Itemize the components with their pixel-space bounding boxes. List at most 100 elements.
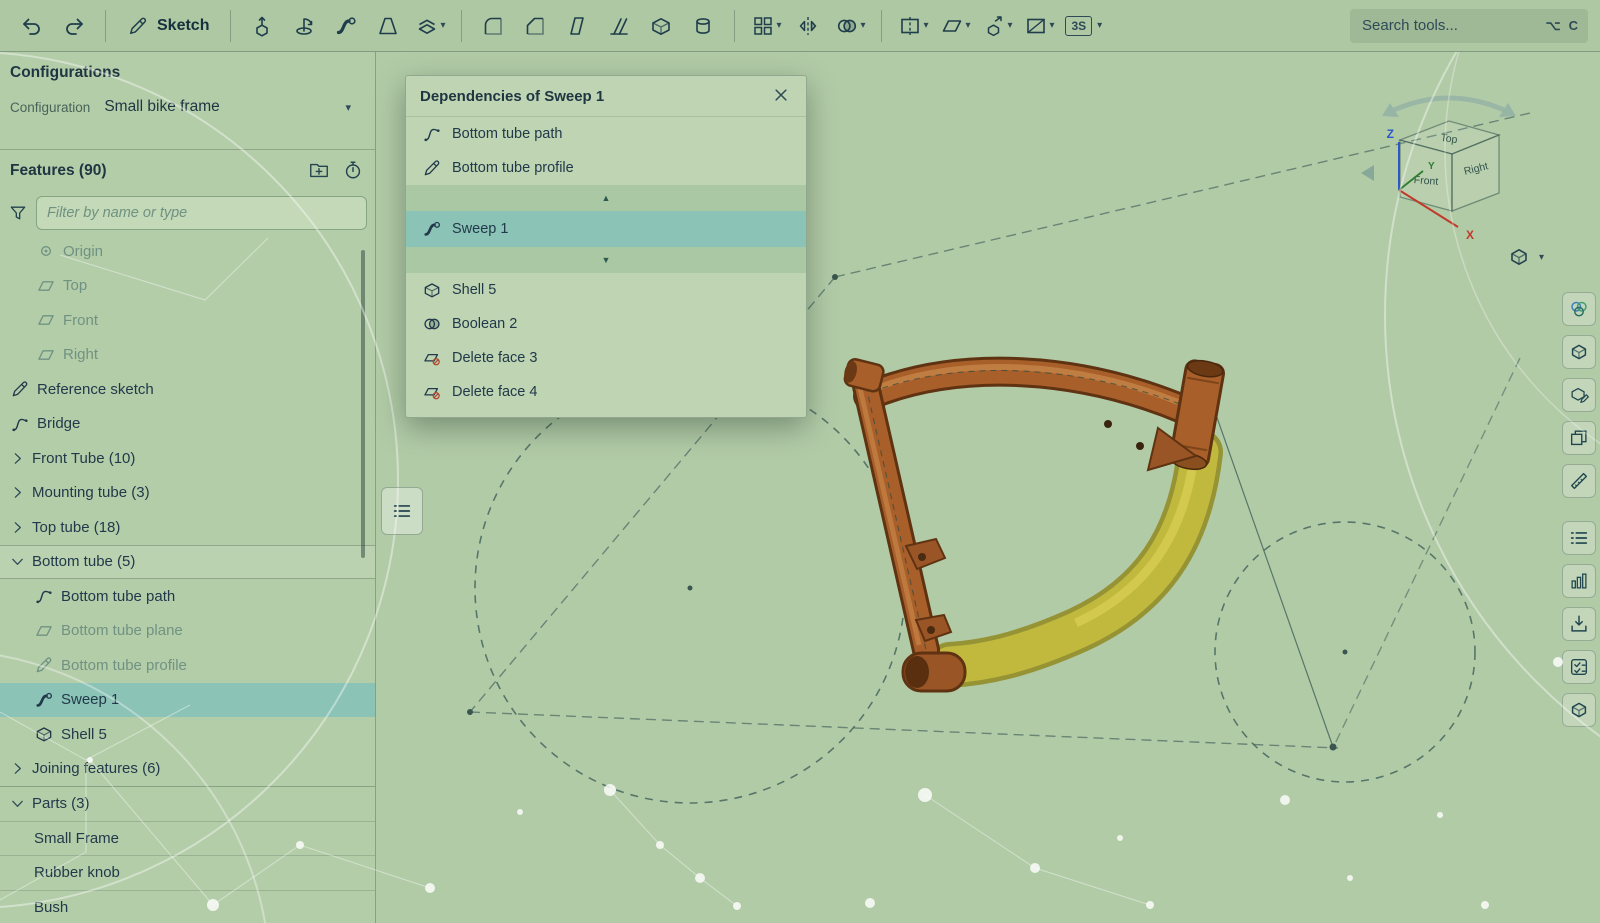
dependency-label: Delete face 3: [452, 350, 537, 366]
thicken-button[interactable]: ▾: [410, 7, 450, 45]
tree-item-rubber-knob[interactable]: Rubber knob: [0, 855, 375, 890]
curve-icon: [10, 414, 30, 434]
chevron-right-icon: [10, 451, 25, 466]
dependency-item-sweep-1[interactable]: Sweep 1: [406, 211, 806, 247]
search-tools-input[interactable]: [1360, 16, 1538, 35]
tree-item-shell-5[interactable]: Shell 5: [0, 717, 375, 752]
caret-down-icon: ▾: [965, 20, 970, 31]
split-button[interactable]: ▾: [893, 7, 933, 45]
tree-scrollbar[interactable]: [361, 250, 365, 558]
display-states-button[interactable]: [1562, 335, 1596, 369]
mirror-button[interactable]: [788, 7, 828, 45]
plane-button[interactable]: ▾: [935, 7, 975, 45]
section-button[interactable]: ▾: [1019, 7, 1059, 45]
shell-button[interactable]: [641, 7, 681, 45]
tree-item-bridge[interactable]: Bridge: [0, 407, 375, 442]
filter-input[interactable]: [36, 196, 367, 230]
tree-item-bush[interactable]: Bush: [0, 890, 375, 923]
duplicate-part-panel-button[interactable]: [1562, 421, 1596, 455]
transform-button[interactable]: ▾: [977, 7, 1017, 45]
extrude-button[interactable]: [242, 7, 282, 45]
tree-item-sweep-1[interactable]: Sweep 1: [0, 683, 375, 718]
sweep-feature-highlight[interactable]: [950, 450, 1200, 665]
cube-outline-icon: [1568, 699, 1590, 721]
delete-face-icon: [422, 382, 442, 402]
tree-item-label: Bush: [34, 899, 68, 916]
tree-item-front-plane[interactable]: Front: [0, 303, 375, 338]
tree-folder-top-tube[interactable]: Top tube (18): [0, 510, 375, 545]
export-panel-button[interactable]: [1562, 607, 1596, 641]
new-folder-button[interactable]: [307, 159, 331, 183]
split-icon: [898, 14, 922, 38]
scroll-down-band[interactable]: ▼: [406, 247, 806, 273]
dependency-label: Shell 5: [452, 282, 496, 298]
loft-button[interactable]: [368, 7, 408, 45]
cube-pencil-icon: [1568, 384, 1590, 406]
fillet-button[interactable]: [473, 7, 513, 45]
tree-item-bottom-tube-plane[interactable]: Bottom tube plane: [0, 614, 375, 649]
dialog-close-button[interactable]: [770, 85, 792, 107]
tree-folder-mounting-tube[interactable]: Mounting tube (3): [0, 476, 375, 511]
dependency-item-delete-face-3[interactable]: Delete face 3: [406, 341, 806, 375]
sweep-icon: [334, 14, 358, 38]
tree-item-bottom-tube-profile[interactable]: Bottom tube profile: [0, 648, 375, 683]
dependency-item-delete-face-4[interactable]: Delete face 4: [406, 375, 806, 409]
tree-item-label: Right: [63, 346, 98, 363]
measure-panel-button[interactable]: [1562, 464, 1596, 498]
detail-list-panel-button[interactable]: [1562, 521, 1596, 555]
draft-button[interactable]: [557, 7, 597, 45]
view-settings-dropdown[interactable]: ▾: [1507, 245, 1544, 269]
tree-folder-front-tube[interactable]: Front Tube (10): [0, 441, 375, 476]
sketch-button[interactable]: Sketch: [117, 7, 219, 45]
caret-down-icon: ▾: [345, 101, 351, 114]
tree-item-label: Joining features (6): [32, 760, 160, 777]
dependency-item-boolean-2[interactable]: Boolean 2: [406, 307, 806, 341]
sweep-button[interactable]: [326, 7, 366, 45]
chevron-right-icon: [10, 520, 25, 535]
tree-item-top-plane[interactable]: Top: [0, 269, 375, 304]
mass-properties-button[interactable]: [1562, 564, 1596, 598]
dependency-item-bottom-tube-profile[interactable]: Bottom tube profile: [406, 151, 806, 185]
dependency-item-bottom-tube-path[interactable]: Bottom tube path: [406, 117, 806, 151]
configuration-dropdown[interactable]: Configuration Small bike frame ▾: [10, 98, 365, 116]
tree-item-label: Bottom tube plane: [61, 622, 183, 639]
tree-item-bottom-tube-path[interactable]: Bottom tube path: [0, 579, 375, 614]
tree-folder-joining-features[interactable]: Joining features (6): [0, 752, 375, 787]
tree-item-label: Mounting tube (3): [32, 484, 150, 501]
undo-button[interactable]: [12, 7, 52, 45]
rib-button[interactable]: [599, 7, 639, 45]
rotate-left-arrow[interactable]: [1361, 165, 1374, 181]
tree-item-small-frame[interactable]: Small Frame: [0, 821, 375, 856]
fillet-icon: [481, 14, 505, 38]
tree-item-label: Rubber knob: [34, 864, 120, 881]
tree-item-reference-sketch[interactable]: Reference sketch: [0, 372, 375, 407]
configuration-value: Small bike frame: [104, 98, 219, 116]
tree-item-right-plane[interactable]: Right: [0, 338, 375, 373]
sketch-icon: [422, 158, 442, 178]
tree-item-label: Bottom tube path: [61, 588, 175, 605]
tree-item-label: Bottom tube profile: [61, 657, 187, 674]
dependency-label: Boolean 2: [452, 316, 517, 332]
chamfer-button[interactable]: [515, 7, 555, 45]
tasks-panel-button[interactable]: [1562, 650, 1596, 684]
boolean-button[interactable]: ▾: [830, 7, 870, 45]
tree-folder-parts[interactable]: Parts (3): [0, 786, 375, 821]
edit-part-panel-button[interactable]: [1562, 378, 1596, 412]
sketch-icon: [34, 655, 54, 675]
redo-button[interactable]: [54, 7, 94, 45]
features-title: Features (90): [10, 162, 297, 180]
rollback-history-button[interactable]: [341, 159, 365, 183]
feature-list-toggle[interactable]: [381, 487, 423, 535]
custom-features-button[interactable]: 3S ▾: [1061, 16, 1106, 36]
view-cube[interactable]: Top Front Right: [1361, 98, 1516, 211]
revolve-button[interactable]: [284, 7, 324, 45]
scroll-up-band[interactable]: ▲: [406, 185, 806, 211]
primitives-panel-button[interactable]: [1562, 693, 1596, 727]
tree-folder-bottom-tube[interactable]: Bottom tube (5): [0, 545, 375, 580]
hole-button[interactable]: [683, 7, 723, 45]
linear-pattern-button[interactable]: ▾: [746, 7, 786, 45]
tree-item-origin[interactable]: Origin: [0, 234, 375, 269]
dependency-item-shell-5[interactable]: Shell 5: [406, 273, 806, 307]
appearance-panel-button[interactable]: [1562, 292, 1596, 326]
plane-icon: [36, 310, 56, 330]
